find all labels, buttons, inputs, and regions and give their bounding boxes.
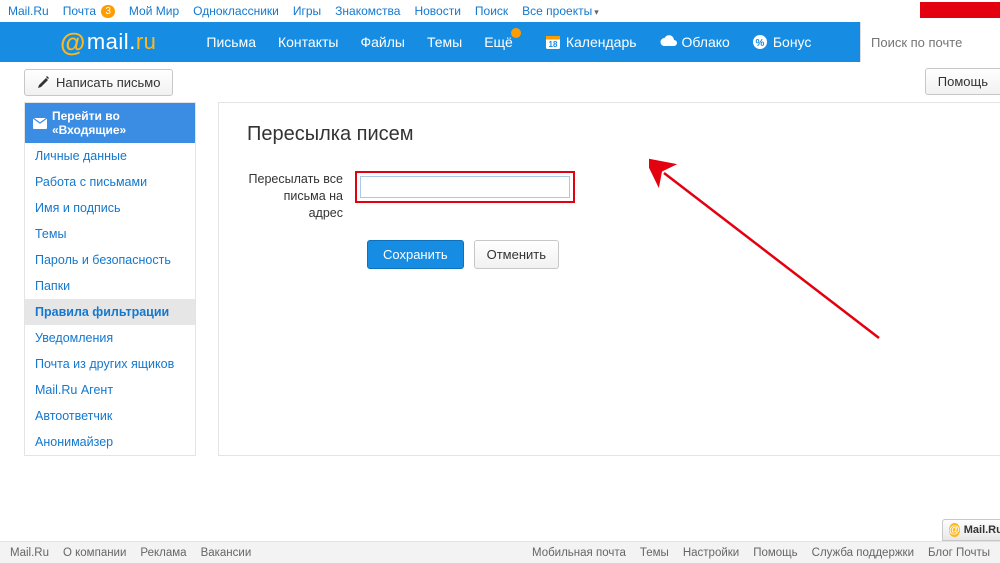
sidebar-item-5[interactable]: Папки	[25, 273, 195, 299]
main-content: Пересылка писем Пересылать все письма на…	[218, 102, 1000, 456]
topnav-games[interactable]: Игры	[293, 4, 321, 18]
compose-button[interactable]: Написать письмо	[24, 69, 173, 96]
forward-label: Пересылать все письма на адрес	[247, 171, 355, 222]
save-button[interactable]: Сохранить	[367, 240, 464, 269]
cloud-icon	[659, 35, 677, 49]
main-nav: @mail.ru Письма Контакты Файлы Темы Ещё …	[0, 22, 1000, 62]
topnav-mail-badge: 3	[101, 5, 115, 18]
footer-left-2[interactable]: Реклама	[140, 547, 186, 559]
footer-left-0[interactable]: Mail.Ru	[10, 547, 49, 559]
topnav-allprojects[interactable]: Все проекты▾	[522, 4, 599, 18]
sidebar-item-8[interactable]: Почта из других ящиков	[25, 351, 195, 377]
portal-top-nav: Mail.Ru Почта 3 Мой Мир Одноклассники Иг…	[0, 0, 1000, 22]
mail-search-input[interactable]	[871, 35, 1000, 50]
footer-right-0[interactable]: Мобильная почта	[532, 547, 626, 559]
logo-at-icon: @	[60, 27, 86, 58]
compose-icon	[37, 76, 50, 89]
agent-at-icon: @	[949, 523, 960, 537]
footer-right-1[interactable]: Темы	[640, 547, 669, 559]
footer-right-4[interactable]: Служба поддержки	[812, 547, 914, 559]
nav-more-badge-icon	[511, 28, 521, 38]
topbar-red-button[interactable]	[920, 2, 1000, 18]
mailru-logo[interactable]: @mail.ru	[60, 27, 156, 58]
topnav-mailru[interactable]: Mail.Ru	[8, 4, 49, 18]
mail-search-container	[860, 22, 1000, 62]
settings-sidebar: Перейти во «Входящие» Личные данныеРабот…	[24, 102, 196, 456]
nav-letters[interactable]: Письма	[206, 34, 256, 50]
sidebar-item-9[interactable]: Mail.Ru Агент	[25, 377, 195, 403]
forward-row: Пересылать все письма на адрес	[247, 171, 972, 222]
page-layout: Перейти во «Входящие» Личные данныеРабот…	[0, 102, 1000, 456]
svg-text:%: %	[755, 38, 764, 49]
footer-right-3[interactable]: Помощь	[753, 547, 797, 559]
footer-left-3[interactable]: Вакансии	[201, 547, 252, 559]
sidebar-item-7[interactable]: Уведомления	[25, 325, 195, 351]
topnav-dating[interactable]: Знакомства	[335, 4, 400, 18]
envelope-icon	[33, 118, 47, 129]
nav-contacts[interactable]: Контакты	[278, 34, 338, 50]
nav-bonus[interactable]: % Бонус	[752, 34, 812, 50]
topnav-news[interactable]: Новости	[414, 4, 460, 18]
nav-themes[interactable]: Темы	[427, 34, 462, 50]
footer: Mail.Ru О компании Реклама Вакансии Мобильн…	[0, 541, 1000, 563]
sidebar-go-to-inbox[interactable]: Перейти во «Входящие»	[25, 103, 195, 143]
form-buttons: Сохранить Отменить	[367, 240, 972, 269]
nav-calendar[interactable]: 18 Календарь	[545, 34, 637, 50]
forward-input-highlight	[355, 171, 575, 203]
topnav-mail-label: Почта	[63, 4, 96, 18]
topnav-allprojects-label: Все проекты	[522, 4, 592, 18]
sidebar-item-4[interactable]: Пароль и безопасность	[25, 247, 195, 273]
help-button[interactable]: Помощь	[925, 68, 1000, 95]
cancel-button[interactable]: Отменить	[474, 240, 559, 269]
sidebar-item-0[interactable]: Личные данные	[25, 143, 195, 169]
footer-right-5[interactable]: Блог Почты	[928, 547, 990, 559]
nav-files[interactable]: Файлы	[360, 34, 404, 50]
sidebar-item-2[interactable]: Имя и подпись	[25, 195, 195, 221]
topnav-mymir[interactable]: Мой Мир	[129, 4, 179, 18]
sidebar-item-3[interactable]: Темы	[25, 221, 195, 247]
sidebar-item-6[interactable]: Правила фильтрации	[25, 299, 195, 325]
topnav-mail[interactable]: Почта 3	[63, 4, 115, 18]
sidebar-item-10[interactable]: Автоответчик	[25, 403, 195, 429]
footer-left-1[interactable]: О компании	[63, 547, 126, 559]
topnav-search[interactable]: Поиск	[475, 4, 508, 18]
nav-more[interactable]: Ещё	[484, 34, 513, 50]
footer-right-2[interactable]: Настройки	[683, 547, 739, 559]
sidebar-item-1[interactable]: Работа с письмами	[25, 169, 195, 195]
calendar-icon: 18	[545, 34, 561, 50]
toolbar: Написать письмо Помощь	[0, 62, 1000, 102]
mailru-agent-widget[interactable]: @ Mail.Ru А	[942, 519, 1000, 541]
topnav-odnoklassniki[interactable]: Одноклассники	[193, 4, 279, 18]
sidebar-item-11[interactable]: Анонимайзер	[25, 429, 195, 455]
svg-text:18: 18	[548, 40, 557, 49]
caret-down-icon: ▾	[594, 7, 599, 17]
nav-cloud[interactable]: Облако	[659, 34, 730, 50]
forward-email-input[interactable]	[360, 176, 570, 198]
page-title: Пересылка писем	[247, 123, 972, 146]
bonus-icon: %	[752, 34, 768, 50]
